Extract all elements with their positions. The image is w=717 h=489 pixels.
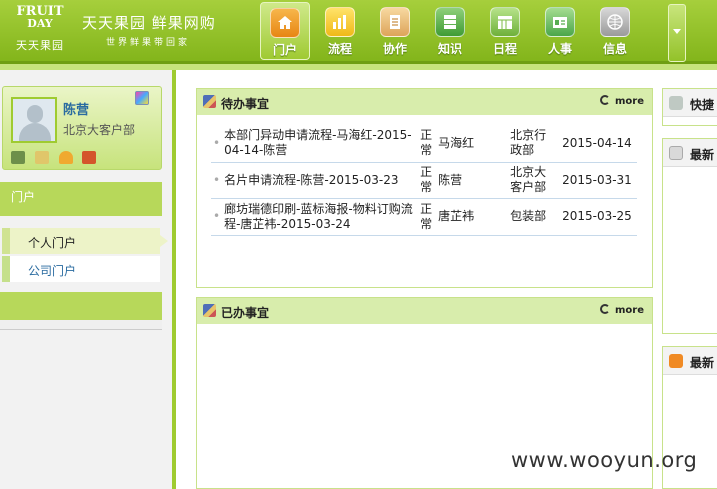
lock-icon[interactable] [58,151,73,164]
user-name[interactable]: 陈营 [63,99,89,118]
done-panel-title: 已办事宜 [221,306,270,320]
book-icon[interactable] [11,151,25,164]
id-card-icon [545,7,575,37]
quick-links-header: 快捷 [663,89,717,117]
sidebar-item-personal-portal[interactable]: 个人门户 [2,228,168,254]
todo-more-link[interactable]: more [599,95,644,107]
nav-hr[interactable]: 人事 [535,2,585,60]
nav-portal-label: 门户 [272,43,297,57]
table-row[interactable]: • 廊坊瑞德印刷-蓝标海报-物料订购流程-唐芷袆-2015-03-24 正常 唐… [211,198,637,236]
nav-schedule[interactable]: 日程 [480,2,530,60]
globe-icon [600,7,630,37]
done-panel-header: 已办事宜 more [197,298,652,324]
pencil-icon [203,304,216,317]
anchor-icon [669,96,683,110]
rss-icon [669,354,683,368]
note-edit-icon[interactable] [34,151,49,164]
latest-documents-header: 最新 [663,139,717,167]
brand-title-block: 天天果园 鲜果网购 世界鲜果带回家 [82,12,216,48]
refresh-icon [599,304,610,314]
task-dept: 包装部 [508,198,557,236]
profile-toolbar [11,151,102,167]
nav-schedule-label: 日程 [492,42,517,56]
bullet-icon: • [211,198,223,236]
task-user: 陈营 [436,162,509,199]
user-department: 北京大客户部 [63,123,136,137]
task-date: 2015-03-25 [556,198,637,236]
refresh-icon [599,95,610,105]
table-row[interactable]: • 本部门异动申请流程-马海红-2015-04-14-陈营 正常 马海红 北京行… [211,125,637,163]
latest-documents-panel: 最新 [662,138,717,334]
task-date: 2015-04-14 [556,125,637,163]
quick-links-title: 快捷 [690,98,715,112]
dropdown-arrow-icon [673,29,681,34]
task-status: 正常 [418,198,437,236]
bullet-icon: • [211,125,223,163]
table-row[interactable]: • 名片申请流程-陈营-2015-03-23 正常 陈营 北京大客户部 2015… [211,162,637,199]
latest-documents-title: 最新 [690,148,715,162]
nav-info[interactable]: 信息 [590,2,640,60]
sidebar: 陈营 北京大客户部 门户 个人门户 公司门户 [0,70,176,489]
brand-title: 天天果园 鲜果网购 [82,14,216,32]
sidebar-footer-bar [0,292,162,320]
todo-panel: 待办事宜 more • 本部门异动申请流程-马海红-2015-04-14-陈营 … [196,88,653,288]
task-user: 马海红 [436,125,509,163]
user-profile-card: 陈营 北京大客户部 [2,86,162,170]
brand-slogan: 世界鲜果带回家 [106,38,191,48]
done-more-link[interactable]: more [599,304,644,316]
task-dept: 北京行政部 [508,125,557,163]
calendar-icon [490,7,520,37]
skin-switch-icon[interactable] [135,91,149,105]
document-icon [669,146,683,160]
avatar[interactable] [11,97,57,143]
task-title[interactable]: 名片申请流程-陈营-2015-03-23 [222,162,419,199]
bullet-icon: • [211,162,223,199]
logo-day-text: DAY [27,17,53,30]
task-status: 正常 [418,162,437,199]
database-icon [435,7,465,37]
nav-more-button[interactable] [668,4,686,62]
home-icon [270,8,300,38]
nav-workflow-label: 流程 [327,42,352,56]
sidebar-footer-edge [0,320,162,330]
nav-collaboration-label: 协作 [382,42,407,56]
todo-panel-title: 待办事宜 [221,97,270,111]
top-header: FRUIT DAY 天天果园 天天果园 鲜果网购 世界鲜果带回家 门户 流程 协… [0,0,717,64]
quick-links-panel: 快捷 [662,88,717,126]
task-title[interactable]: 廊坊瑞德印刷-蓝标海报-物料订购流程-唐芷袆-2015-03-24 [222,198,419,236]
org-chart-icon[interactable] [82,151,97,164]
nav-info-label: 信息 [602,42,627,56]
todo-table: • 本部门异动申请流程-马海红-2015-04-14-陈营 正常 马海红 北京行… [211,125,637,236]
sidebar-item-company-portal[interactable]: 公司门户 [2,256,160,282]
watermark: www.wooyun.org [511,448,698,472]
nav-knowledge-label: 知识 [437,42,462,56]
latest-news-header: 最新 [663,347,717,375]
task-status: 正常 [418,125,437,163]
nav-portal[interactable]: 门户 [260,2,310,60]
task-user: 唐芷袆 [436,198,509,236]
task-title[interactable]: 本部门异动申请流程-马海红-2015-04-14-陈营 [222,125,419,163]
todo-panel-header: 待办事宜 more [197,89,652,115]
sidebar-section-portal[interactable]: 门户 [0,182,162,216]
brand-logo[interactable]: FRUIT DAY 天天果园 [8,2,72,58]
nav-collaboration[interactable]: 协作 [370,2,420,60]
nav-workflow[interactable]: 流程 [315,2,365,60]
bar-chart-icon [325,7,355,37]
nav-hr-label: 人事 [547,42,572,56]
logo-chinese-name: 天天果园 [16,39,64,52]
nav-knowledge[interactable]: 知识 [425,2,475,60]
task-date: 2015-03-31 [556,162,637,199]
latest-news-title: 最新 [690,356,715,370]
pencil-icon [203,95,216,108]
document-icon [380,7,410,37]
task-dept: 北京大客户部 [508,162,557,199]
